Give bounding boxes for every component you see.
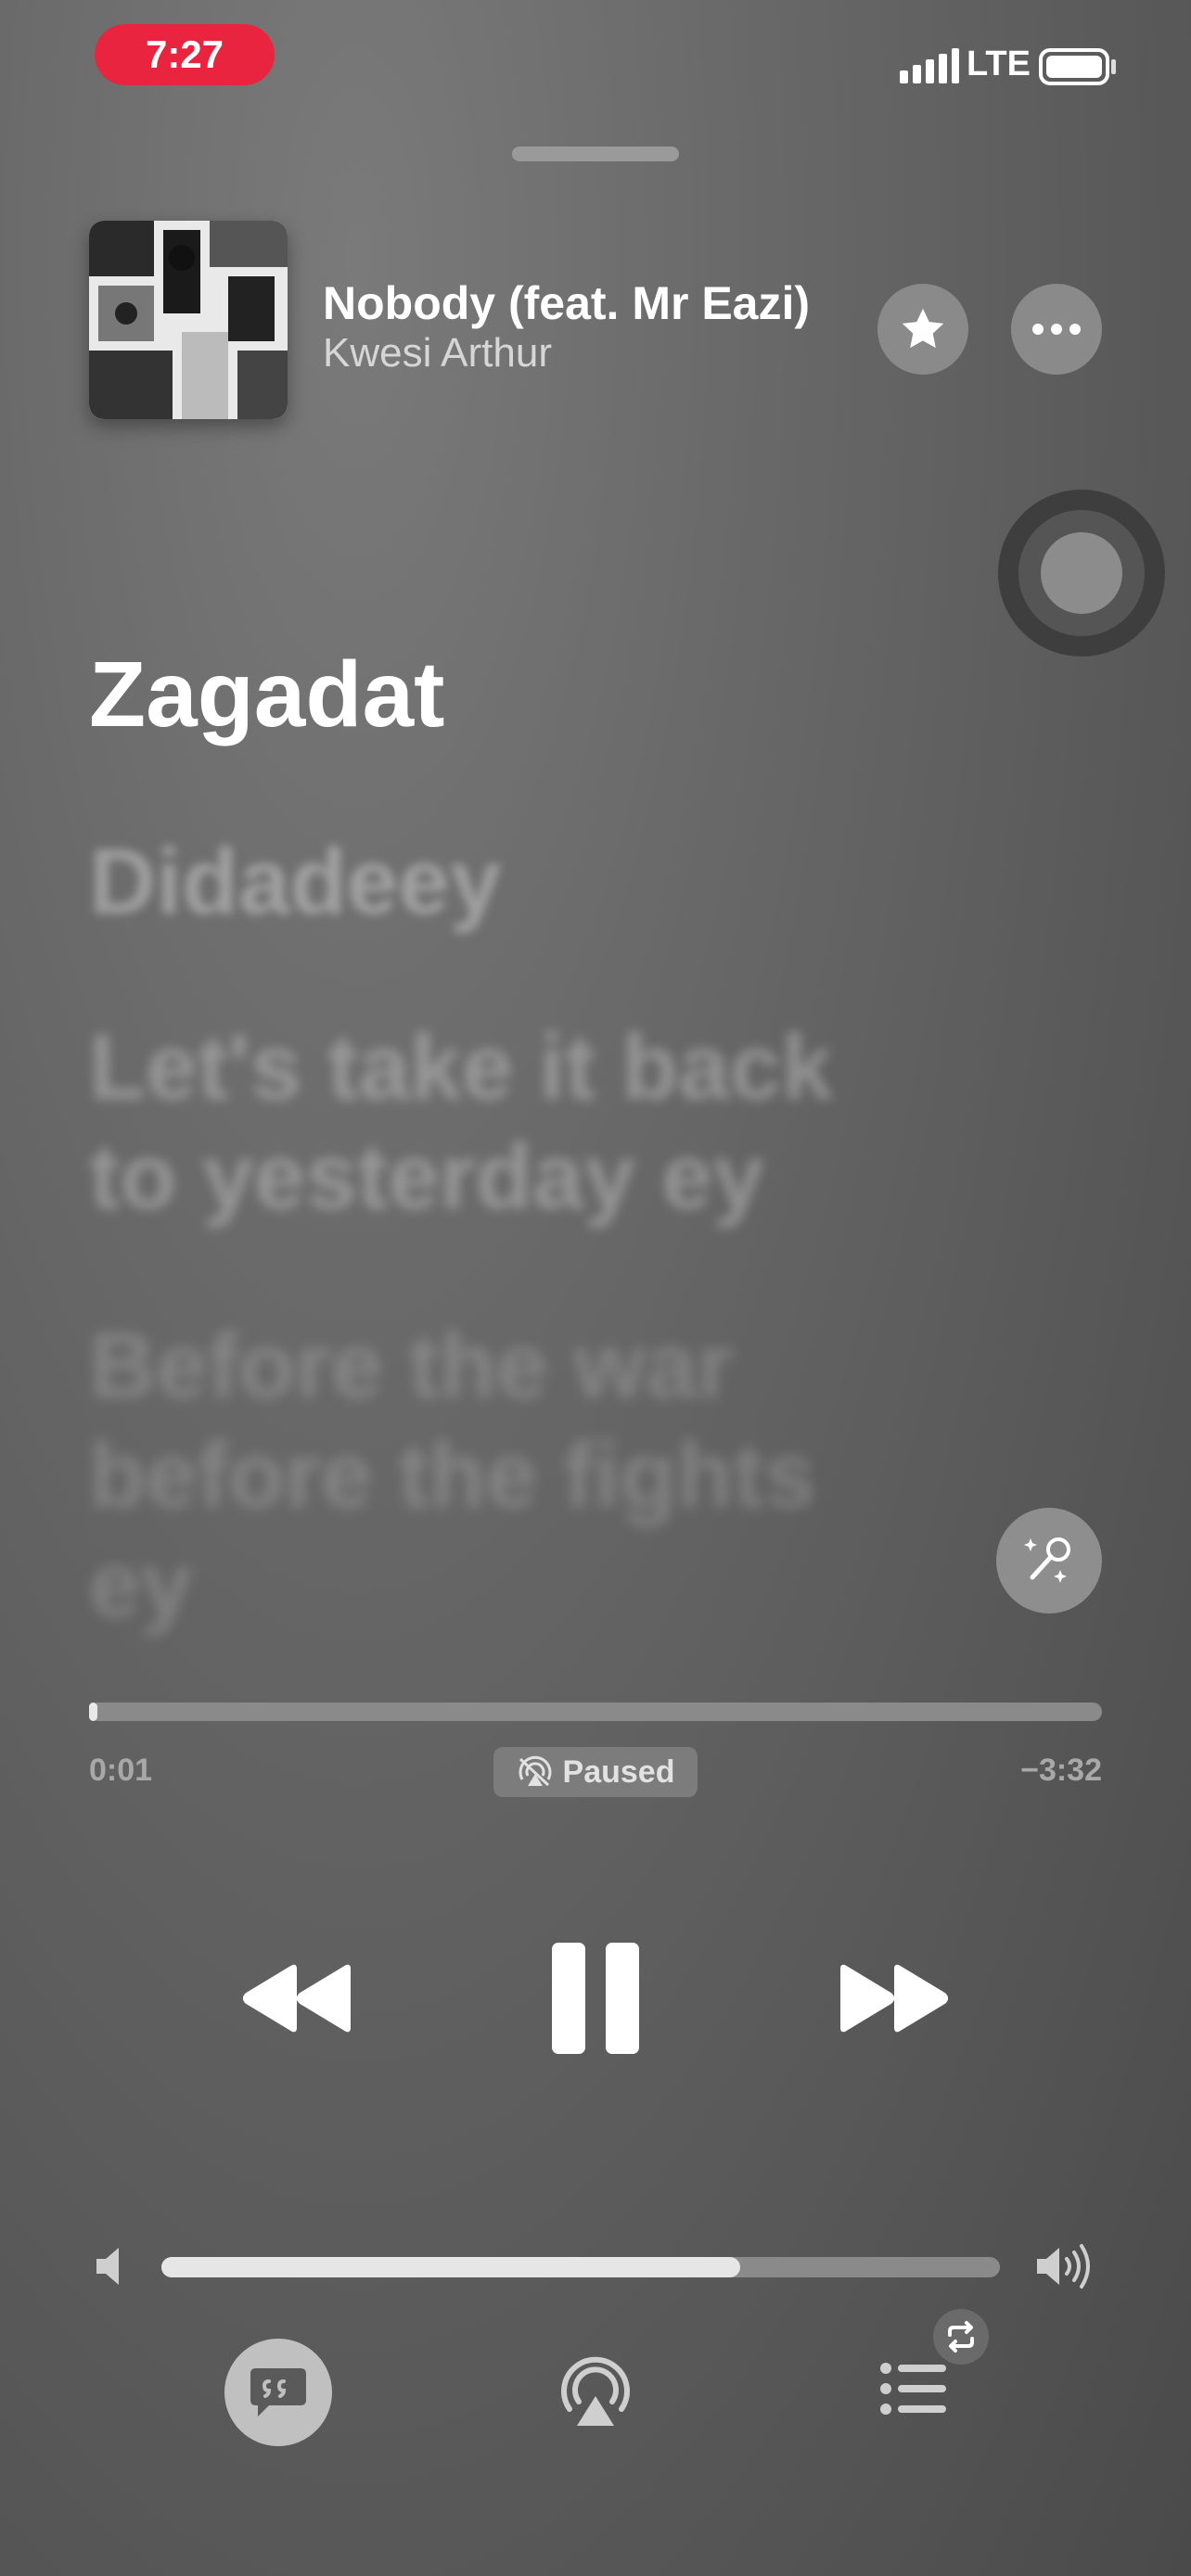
assistive-touch-button[interactable] xyxy=(998,490,1165,657)
battery-icon xyxy=(1039,48,1109,85)
network-label: LTE xyxy=(967,45,1031,83)
repeat-icon xyxy=(948,2321,974,2353)
sheet-grabber[interactable] xyxy=(512,147,679,161)
playback-scrubber[interactable] xyxy=(89,1702,1102,1721)
favorite-button[interactable] xyxy=(877,284,968,375)
fast-forward-icon xyxy=(840,1964,948,2033)
queue-icon[interactable] xyxy=(879,2359,946,2418)
battery-cap xyxy=(1111,59,1116,74)
assistive-touch-dot xyxy=(1041,532,1122,614)
sing-mode-button[interactable] xyxy=(996,1508,1102,1613)
rewind-icon xyxy=(243,1964,351,2033)
microphone-sparkle-icon xyxy=(1024,1537,1070,1583)
next-track-button[interactable] xyxy=(829,1947,959,2049)
volume-level-fill xyxy=(161,2257,740,2277)
star-icon xyxy=(902,308,944,349)
lyrics-icon xyxy=(250,2368,306,2417)
more-icon xyxy=(1032,324,1081,335)
artist-name[interactable]: Kwesi Arthur xyxy=(323,330,552,376)
volume-slider[interactable] xyxy=(161,2257,1000,2277)
lyric-line[interactable]: Didadeey xyxy=(89,827,502,937)
volume-max-icon xyxy=(1037,2244,1090,2289)
song-title: Nobody (feat. Mr Eazi) xyxy=(323,277,811,329)
volume-min-icon xyxy=(96,2248,119,2285)
remaining-time: −3:32 xyxy=(1020,1753,1102,1788)
airplay-icon[interactable] xyxy=(558,2355,633,2429)
elapsed-time: 0:01 xyxy=(89,1753,153,1788)
lyrics-button[interactable] xyxy=(224,2339,332,2446)
signal-icon xyxy=(900,48,959,83)
pause-icon xyxy=(552,1943,639,2054)
paused-label: Paused xyxy=(562,1753,675,1790)
pause-button[interactable] xyxy=(531,1929,660,2068)
repeat-badge xyxy=(933,2309,989,2365)
more-button[interactable] xyxy=(1011,284,1102,375)
lyric-line[interactable]: Let's take it back to yesterday ey xyxy=(89,1013,924,1231)
album-artwork[interactable] xyxy=(89,221,288,419)
paused-status-badge: Paused xyxy=(493,1747,698,1797)
playback-progress-fill xyxy=(89,1702,97,1721)
airplay-off-icon xyxy=(519,1755,551,1787)
previous-track-button[interactable] xyxy=(232,1947,362,2049)
lyric-line[interactable]: Before the war before the fights ey xyxy=(89,1311,924,1639)
status-time: 7:27 xyxy=(95,24,275,85)
lyric-current-line[interactable]: Zagadat xyxy=(89,640,444,749)
